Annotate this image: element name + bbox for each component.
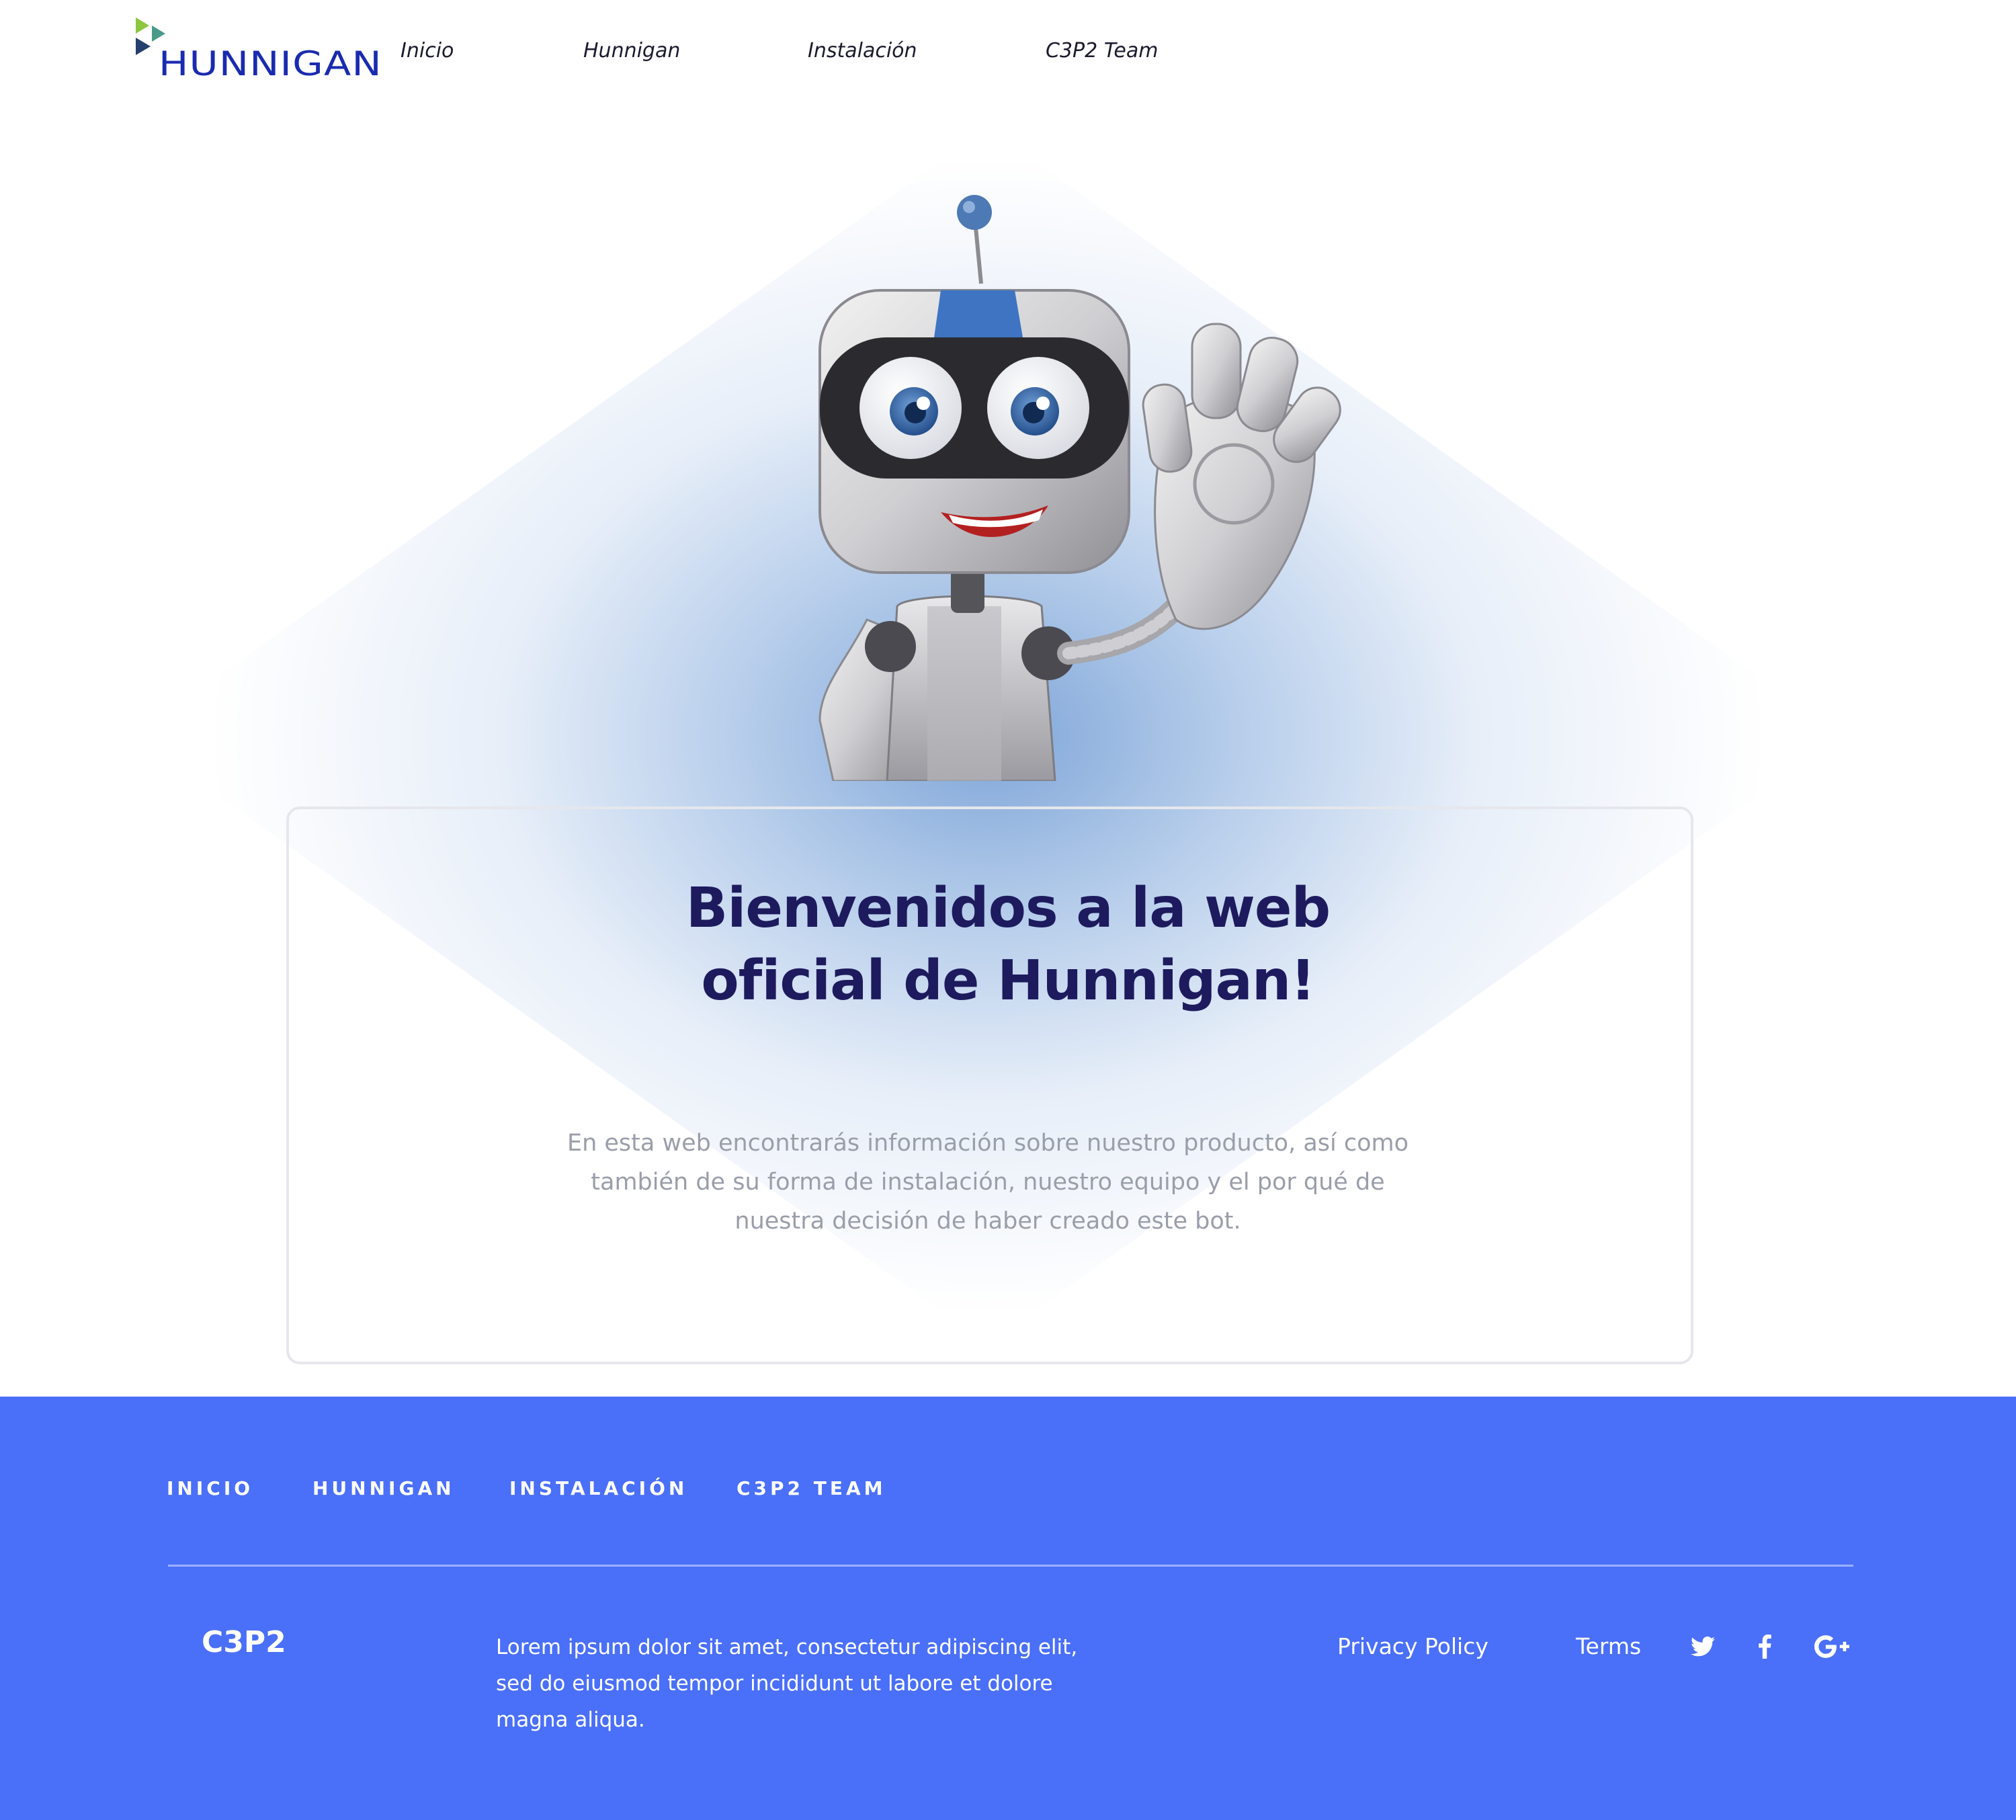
nav-instalacion[interactable]: Instalación [808,39,917,63]
nav-hunnigan[interactable]: Hunnigan [583,39,680,63]
footer-nav-c3p2-team[interactable]: C3P2 TEAM [737,1477,886,1499]
footer-nav-instalacion[interactable]: INSTALACIÓN [509,1477,687,1499]
hero-description: En esta web encontrarás información sobr… [566,1130,1409,1235]
nav-c3p2-team[interactable]: C3P2 Team [1046,39,1158,63]
hunnigan-logo[interactable]: HUNNIGAN [134,16,382,83]
site-footer: INICIO HUNNIGAN INSTALACIÓN C3P2 TEAM C3… [0,1397,2016,1820]
terms-link[interactable]: Terms [1576,1633,1641,1659]
footer-nav-inicio[interactable]: INICIO [167,1477,253,1499]
facebook-icon[interactable] [1747,1629,1782,1664]
site-header: HUNNIGAN Inicio Hunnigan Instalación C3P… [0,0,2016,114]
hero-title-line-1: Bienvenidos a la web [685,876,1331,940]
robot-mascot-image [773,190,1391,781]
hero-title-line-2: oficial de Hunnigan! [701,949,1315,1013]
logo-wordmark: HUNNIGAN [159,44,382,83]
twitter-icon[interactable] [1685,1629,1720,1664]
footer-nav-hunnigan[interactable]: HUNNIGAN [312,1477,455,1499]
footer-brand: C3P2 [202,1625,286,1659]
nav-inicio[interactable]: Inicio [401,39,454,63]
footer-divider [168,1565,1853,1567]
privacy-policy-link[interactable]: Privacy Policy [1337,1633,1488,1659]
hero-title: Bienvenidos a la web oficial de Hunnigan… [0,872,2016,1018]
google-plus-icon[interactable] [1814,1629,1849,1664]
footer-description: Lorem ipsum dolor sit amet, consectetur … [496,1635,1078,1732]
